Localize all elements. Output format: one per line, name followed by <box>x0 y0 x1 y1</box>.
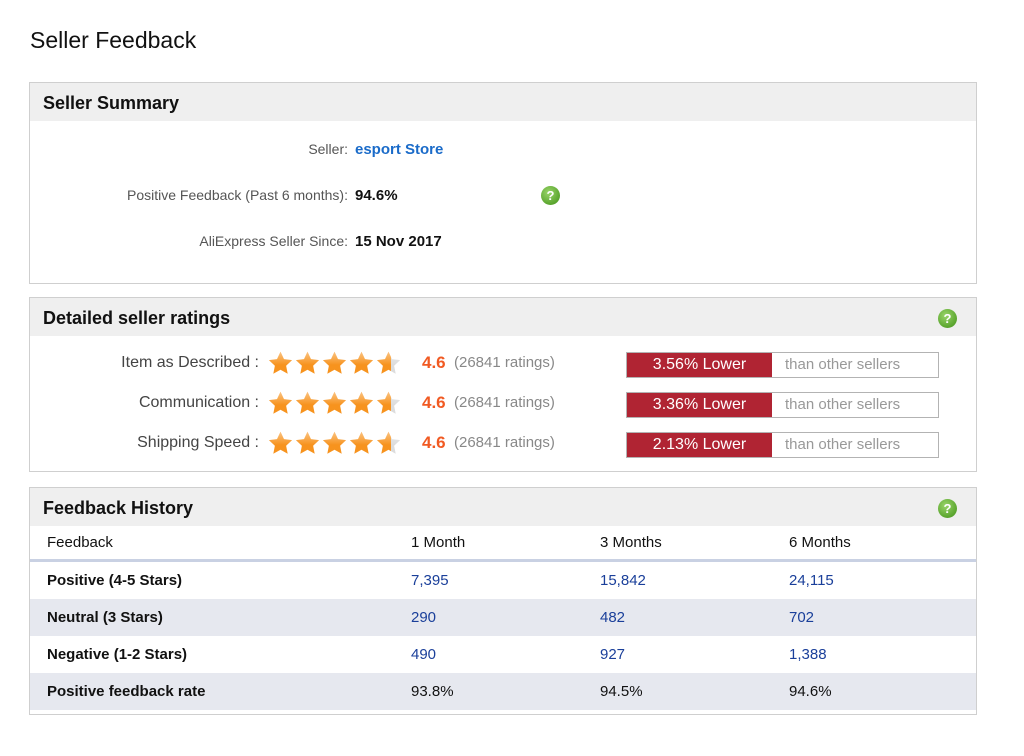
row-label: Positive (4-5 Stars) <box>47 572 183 589</box>
count-link[interactable]: 490 <box>411 636 600 673</box>
star-rating <box>267 350 402 377</box>
column-header-6-months: 6 Months <box>789 526 976 562</box>
star-full-icon <box>349 351 374 374</box>
count-link[interactable]: 482 <box>600 599 789 636</box>
help-icon[interactable]: ? <box>938 499 957 518</box>
count-link[interactable]: 7,395 <box>411 561 600 600</box>
star-full-icon <box>268 391 293 414</box>
count-link[interactable]: 927 <box>600 636 789 673</box>
comparison-bar: 3.36% Lower than other sellers <box>626 392 939 418</box>
table-row-negative: Negative (1-2 Stars) 490 927 1,388 <box>30 636 976 673</box>
rate-value: 94.5% <box>600 673 789 710</box>
rating-count: (26841 ratings) <box>454 354 555 371</box>
star-partial-icon <box>376 351 401 374</box>
star-full-icon <box>322 351 347 374</box>
row-label: Negative (1-2 Stars) <box>47 646 188 663</box>
page-title: Seller Feedback <box>30 27 197 53</box>
feedback-history-panel: Feedback History ? Feedback 1 Month 3 Mo… <box>29 487 977 715</box>
star-rating <box>267 430 402 457</box>
feedback-history-header: Feedback History ? <box>30 488 976 526</box>
seller-since-label: AliExpress Seller Since: <box>199 233 348 249</box>
star-full-icon <box>295 391 320 414</box>
seller-name-link[interactable]: esport Store <box>355 141 443 158</box>
count-link[interactable]: 24,115 <box>789 561 976 600</box>
comparison-value: 2.13% Lower <box>627 433 772 457</box>
star-full-icon <box>268 351 293 374</box>
comparison-value: 3.36% Lower <box>627 393 772 417</box>
comparison-suffix: than other sellers <box>772 393 938 417</box>
table-row-neutral: Neutral (3 Stars) 290 482 702 <box>30 599 976 636</box>
star-partial-icon <box>376 431 401 454</box>
comparison-bar: 3.56% Lower than other sellers <box>626 352 939 378</box>
feedback-history-table: Feedback 1 Month 3 Months 6 Months Posit… <box>30 526 976 710</box>
count-link[interactable]: 15,842 <box>600 561 789 600</box>
comparison-suffix: than other sellers <box>772 433 938 457</box>
help-icon[interactable]: ? <box>938 309 957 328</box>
detailed-ratings-header: Detailed seller ratings ? <box>30 298 976 336</box>
count-link[interactable]: 702 <box>789 599 976 636</box>
seller-since-value: 15 Nov 2017 <box>355 233 442 250</box>
seller-summary-header: Seller Summary <box>30 83 976 121</box>
row-label: Positive feedback rate <box>30 673 411 710</box>
star-full-icon <box>295 431 320 454</box>
star-partial-icon <box>376 391 401 414</box>
comparison-bar: 2.13% Lower than other sellers <box>626 432 939 458</box>
rating-row: Communication : 4.6 (26841 ratings) 3.36% L… <box>30 390 976 418</box>
star-full-icon <box>295 351 320 374</box>
rating-row: Shipping Speed : 4.6 (26841 ratings) 2.13% … <box>30 430 976 458</box>
comparison-value: 3.56% Lower <box>627 353 772 377</box>
positive-feedback-label: Positive Feedback (Past 6 months): <box>127 187 348 203</box>
rate-value: 93.8% <box>411 673 600 710</box>
seller-summary-panel: Seller Summary Seller: esport Store Posi… <box>29 82 977 284</box>
rating-score: 4.6 <box>422 353 446 372</box>
detailed-ratings-panel: Detailed seller ratings ? Item as Descri… <box>29 297 977 472</box>
rating-label: Item as Described : <box>121 354 259 371</box>
star-full-icon <box>322 431 347 454</box>
star-full-icon <box>268 431 293 454</box>
rating-count: (26841 ratings) <box>454 394 555 411</box>
seller-label: Seller: <box>308 141 348 157</box>
help-icon[interactable]: ? <box>541 186 560 205</box>
rating-label: Communication : <box>138 394 259 411</box>
rating-score: 4.6 <box>422 433 446 452</box>
table-row-positive-rate: Positive feedback rate 93.8% 94.5% 94.6% <box>30 673 976 710</box>
table-header-row: Feedback 1 Month 3 Months 6 Months <box>30 526 976 562</box>
seller-summary-title: Seller Summary <box>43 93 180 113</box>
detailed-ratings-title: Detailed seller ratings <box>43 308 231 328</box>
positive-feedback-value: 94.6% <box>355 187 398 204</box>
column-header-1-month: 1 Month <box>411 526 600 562</box>
table-row-positive: Positive (4-5 Stars) 7,395 15,842 24,115 <box>30 561 976 600</box>
star-full-icon <box>349 431 374 454</box>
star-rating <box>267 390 402 417</box>
column-header-3-months: 3 Months <box>600 526 789 562</box>
comparison-suffix: than other sellers <box>772 353 938 377</box>
feedback-history-title: Feedback History <box>43 498 194 518</box>
rate-value: 94.6% <box>789 673 976 710</box>
rating-label: Shipping Speed : <box>137 434 259 451</box>
rating-row: Item as Described : 4.6 (26841 ratings) 3.5… <box>30 350 976 378</box>
star-full-icon <box>322 391 347 414</box>
count-link[interactable]: 290 <box>411 599 600 636</box>
count-link[interactable]: 1,388 <box>789 636 976 673</box>
rating-count: (26841 ratings) <box>454 434 555 451</box>
star-full-icon <box>349 391 374 414</box>
rating-score: 4.6 <box>422 393 446 412</box>
column-header-feedback: Feedback <box>30 526 411 562</box>
row-label: Neutral (3 Stars) <box>30 599 411 636</box>
